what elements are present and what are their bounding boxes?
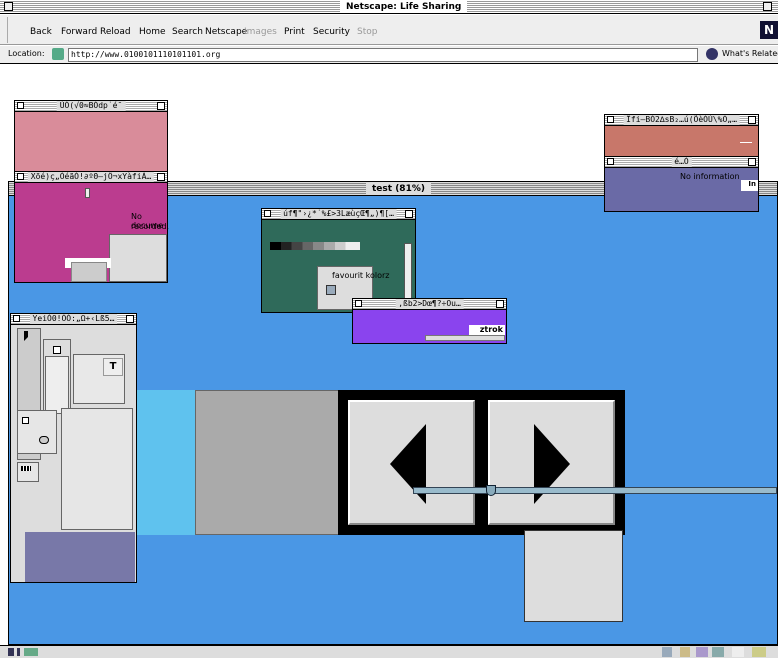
whats-related-button[interactable]: What's Related — [722, 49, 778, 58]
navigation-toolbar: Back Forward Reload Home Search Netscape… — [0, 15, 778, 45]
component-bar — [662, 647, 776, 657]
browser-title-bar[interactable]: Netscape: Life Sharing — [0, 0, 778, 14]
magenta-palette[interactable]: Xõé)ç„ÒéãÒ!∂ºΘ–jÖ¬xYàfiÀ… No docume reco… — [14, 171, 170, 283]
square-icon[interactable] — [22, 417, 29, 424]
eye-icon[interactable] — [39, 436, 49, 444]
purple-palette-title-bar[interactable]: ,ßb2>Dœ¶?÷Ou… — [353, 299, 506, 310]
position-slider[interactable] — [413, 485, 777, 496]
green-palette-title: úf¶"›¿*˙%£>3LæùçŒ¶„)¶[… — [280, 209, 397, 219]
prev-button[interactable] — [348, 400, 475, 525]
pink-palette-title: ÙÓ(√0≈BÒdp˙é¯ — [56, 101, 126, 111]
close-box[interactable] — [4, 2, 13, 11]
gray-block — [195, 390, 339, 535]
next-button[interactable] — [488, 400, 615, 525]
status-connection-icon[interactable] — [8, 648, 38, 656]
stop-button[interactable]: Stop — [357, 22, 377, 42]
url-field[interactable]: http://www.0100101110101101.org — [68, 48, 698, 62]
location-bar: Location: http://www.0100101110101101.or… — [0, 46, 778, 64]
status-bar — [0, 645, 778, 658]
arrow-controls-frame — [338, 390, 625, 535]
navy-palette-title-bar[interactable]: é…Ò — [605, 157, 758, 168]
greyscale-swatches[interactable] — [270, 242, 360, 250]
magenta-sub-panel — [109, 234, 167, 282]
purple-palette-title: ,ßb2>Dœ¶?÷Ou… — [395, 299, 464, 309]
location-label: Location: — [8, 49, 45, 58]
salmon-palette[interactable]: Îfi–BÒ2∆sB₂…ú(ÕèÒÙ\%Ò„… — [604, 114, 759, 161]
forward-button[interactable]: Forward — [61, 22, 97, 42]
window-title: Netscape: Life Sharing — [340, 0, 468, 13]
arrow-tool-icon[interactable] — [24, 331, 32, 341]
print-button[interactable]: Print — [284, 22, 305, 42]
salmon-palette-title-bar[interactable]: Îfi–BÒ2∆sB₂…ú(ÕèÒÙ\%Ò„… — [605, 115, 758, 126]
barcode-icon[interactable] — [21, 466, 31, 471]
magenta-palette-title: Xõé)ç„ÒéãÒ!∂ºΘ–jÖ¬xYàfiÀ… — [27, 172, 155, 182]
back-button[interactable]: Back — [30, 22, 52, 42]
cyan-block — [136, 390, 196, 535]
images-button[interactable]: Images — [244, 22, 277, 42]
navy-palette[interactable]: é…Ò No information In — [604, 156, 759, 212]
tools-navy-footer — [25, 532, 135, 582]
pink-palette[interactable]: ÙÓ(√0≈BÒdp˙é¯ — [14, 100, 168, 177]
green-palette-title-bar[interactable]: úf¶"›¿*˙%£>3LæùçŒ¶„)¶[… — [262, 209, 415, 220]
no-information-text: No information — [680, 172, 740, 181]
green-scroll-strip[interactable] — [404, 243, 412, 305]
magenta-grey-cell — [71, 262, 107, 282]
tools-palette[interactable]: YeiÒ0!ÒÒ:„Ω+‹Lß5… T — [10, 313, 137, 583]
text-tool-icon[interactable]: T — [103, 358, 123, 376]
recorded-text: recorded. — [131, 222, 170, 231]
netscape-button[interactable]: Netscape — [205, 22, 247, 42]
whats-related-icon[interactable] — [706, 48, 718, 60]
magenta-palette-title-bar[interactable]: Xõé)ç„ÒéãÒ!∂ºΘ–jÖ¬xYàfiÀ… — [15, 172, 167, 183]
favourite-colors-label: favourit kolorz — [332, 271, 390, 280]
purple-palette[interactable]: ,ßb2>Dœ¶?÷Ou… ztrok — [352, 298, 507, 344]
test-window-title: test (81%) — [366, 182, 431, 195]
light-panel — [524, 530, 623, 622]
bucket-icon[interactable] — [326, 285, 336, 295]
reload-button[interactable]: Reload — [100, 22, 131, 42]
tools-palette-title-bar[interactable]: YeiÒ0!ÒÒ:„Ω+‹Lß5… — [11, 314, 136, 325]
navy-info-box: In — [741, 180, 758, 191]
tools-big-panel — [61, 408, 133, 530]
tools-small-box-2 — [17, 462, 39, 482]
slider-thumb[interactable] — [486, 485, 496, 496]
purple-bottom-strip — [425, 335, 505, 341]
salmon-palette-title: Îfi–BÒ2∆sB₂…ú(ÕèÒÙ\%Ò„… — [623, 115, 740, 125]
zoom-box[interactable] — [763, 2, 772, 11]
pink-palette-title-bar[interactable]: ÙÓ(√0≈BÒdp˙é¯ — [15, 101, 167, 112]
navy-palette-title: é…Ò — [671, 157, 692, 167]
home-button[interactable]: Home — [139, 22, 166, 42]
rect-tool-icon[interactable] — [53, 346, 61, 354]
magenta-icon — [85, 188, 90, 198]
netscape-logo[interactable]: N — [760, 21, 778, 39]
tools-column-3 — [45, 356, 69, 414]
tools-palette-title: YeiÒ0!ÒÒ:„Ω+‹Lß5… — [29, 314, 118, 324]
toolbar-collapse-tab[interactable] — [2, 17, 8, 43]
security-button[interactable]: Security — [313, 22, 350, 42]
page-proxy-icon[interactable] — [52, 48, 64, 60]
salmon-line — [740, 142, 752, 143]
search-button[interactable]: Search — [172, 22, 203, 42]
